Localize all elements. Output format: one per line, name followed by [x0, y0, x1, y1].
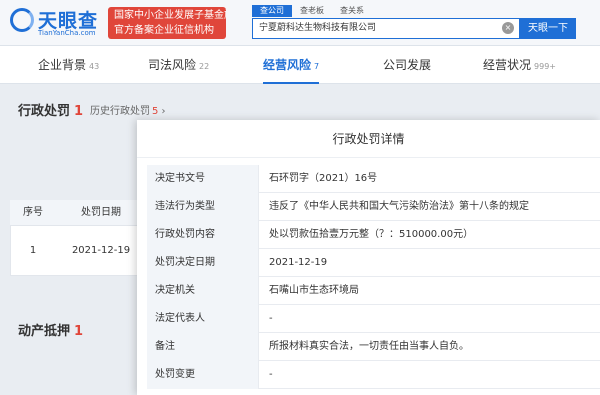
- tab-search-relation[interactable]: 查关系: [332, 5, 372, 17]
- detail-label: 处罚决定日期: [147, 249, 259, 277]
- nav-tab-count: 7: [314, 62, 320, 71]
- nav-tab-label: 经营状况: [483, 58, 532, 72]
- search-input[interactable]: 宁夏蔚科达生物科技有限公司: [252, 18, 520, 39]
- table-cell-date: 2021-12-19: [71, 245, 131, 256]
- logo-eye-icon: [10, 8, 34, 32]
- detail-value: 2021-12-19: [269, 257, 328, 268]
- detail-label: 决定机关: [147, 277, 259, 305]
- detail-label: 处罚变更: [147, 361, 259, 389]
- site-header: 天眼查 TianYanCha.com 国家中小企业发展子基金旗下 官方备案企业征…: [0, 0, 600, 46]
- search-type-tabs: 查公司 查老板 查关系: [252, 5, 372, 17]
- detail-label: 违法行为类型: [147, 193, 259, 221]
- detail-row: 违法行为类型 违反了《中华人民共和国大气污染防治法》第十八条的规定: [147, 193, 600, 221]
- history-link-label: 历史行政处罚: [90, 106, 150, 117]
- detail-value: 违反了《中华人民共和国大气污染防治法》第十八条的规定: [269, 201, 529, 212]
- table-cell-index: 1: [29, 245, 37, 256]
- section-title-penalty: 行政处罚 1: [18, 100, 83, 119]
- detail-row: 行政处罚内容 处以罚款伍拾壹万元整（？：510000.00元）: [147, 221, 600, 249]
- nav-tab-judicial-risk[interactable]: 司法风险 22: [148, 46, 209, 84]
- main-nav: 企业背景 43 司法风险 22 经营风险 7 公司发展 经营状况 999+: [0, 46, 600, 84]
- nav-tab-business-risk[interactable]: 经营风险 7: [263, 46, 320, 84]
- detail-value: 所报材料真实合法，一切责任由当事人自负。: [269, 341, 469, 352]
- official-badge[interactable]: 国家中小企业发展子基金旗下 官方备案企业征信机构: [108, 7, 226, 39]
- nav-tab-label: 经营风险: [263, 58, 312, 72]
- history-count: 5: [152, 106, 159, 117]
- clear-icon[interactable]: ×: [502, 22, 514, 34]
- detail-label: 行政处罚内容: [147, 221, 259, 249]
- detail-row: 决定书文号 石环罚字（2021）16号: [147, 165, 600, 193]
- nav-tab-count: 22: [199, 62, 210, 71]
- nav-tab-label: 公司发展: [383, 58, 432, 72]
- detail-row: 决定机关 石嘴山市生态环境局: [147, 277, 600, 305]
- penalty-detail-modal: 行政处罚详情 决定书文号 石环罚字（2021）16号 违法行为类型 违反了《中华人民…: [137, 120, 600, 395]
- nav-tab-label: 企业背景: [38, 58, 87, 72]
- detail-value: 石嘴山市生态环境局: [269, 285, 359, 296]
- nav-tab-development[interactable]: 公司发展: [383, 46, 431, 84]
- history-penalty-link[interactable]: 历史行政处罚 5 ›: [90, 102, 166, 117]
- section-title-chattel-mortgage: 动产抵押 1: [18, 320, 83, 339]
- detail-value: -: [269, 369, 273, 380]
- nav-tab-background[interactable]: 企业背景 43: [38, 46, 99, 84]
- detail-row: 处罚变更 -: [147, 361, 600, 389]
- section-count: 1: [74, 324, 84, 339]
- search-button[interactable]: 天眼一下: [520, 18, 576, 39]
- tab-search-company[interactable]: 查公司: [252, 5, 292, 17]
- logo-subtext: TianYanCha.com: [38, 29, 96, 37]
- detail-label: 法定代表人: [147, 305, 259, 333]
- detail-value: 处以罚款伍拾壹万元整（？：510000.00元）: [269, 229, 474, 240]
- detail-row: 处罚决定日期 2021-12-19: [147, 249, 600, 277]
- nav-tab-count: 999+: [534, 62, 556, 71]
- detail-row: 法定代表人 -: [147, 305, 600, 333]
- detail-label: 备注: [147, 333, 259, 361]
- badge-line-1: 国家中小企业发展子基金旗下: [114, 10, 226, 21]
- section-title-text: 动产抵押: [18, 324, 71, 339]
- modal-title: 行政处罚详情: [137, 120, 600, 158]
- tianyancha-logo[interactable]: 天眼查 TianYanCha.com: [10, 6, 102, 40]
- nav-tab-operations[interactable]: 经营状况 999+: [483, 46, 556, 84]
- table-header-index: 序号: [10, 200, 56, 226]
- section-title-text: 行政处罚: [18, 104, 71, 119]
- section-count: 1: [74, 104, 84, 119]
- nav-tab-count: 43: [89, 62, 100, 71]
- tab-search-boss[interactable]: 查老板: [292, 5, 332, 17]
- badge-line-2: 官方备案企业征信机构: [114, 25, 214, 36]
- detail-row: 备注 所报材料真实合法，一切责任由当事人自负。: [147, 333, 600, 361]
- nav-tab-label: 司法风险: [148, 58, 197, 72]
- detail-value: 石环罚字（2021）16号: [269, 173, 378, 184]
- table-header-date: 处罚日期: [56, 200, 146, 226]
- detail-value: -: [269, 313, 273, 324]
- detail-label: 决定书文号: [147, 165, 259, 193]
